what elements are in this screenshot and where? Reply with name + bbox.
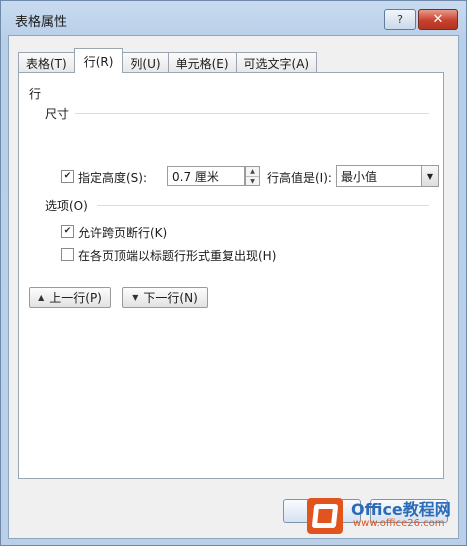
title-bar[interactable]: 表格属性 ? ✕ (1, 1, 466, 35)
size-group-divider (75, 113, 429, 114)
watermark-brand-cn: 教程网 (402, 500, 451, 519)
previous-row-button[interactable]: ▲ 上一行(P) (29, 287, 111, 308)
specify-height-checkbox[interactable]: ✔ (61, 170, 74, 183)
arrow-down-icon: ▼ (132, 293, 139, 302)
options-group-divider (97, 205, 429, 206)
allow-break-label: 允许跨页断行(K) (78, 226, 168, 240)
dialog-title: 表格属性 (15, 15, 68, 30)
row-tab-panel: 行 尺寸 ✔ 指定高度(S): 0.7 厘米 ▲ ▼ 行高值是(I): 最小值 … (18, 72, 444, 479)
options-group-label: 选项(O) (45, 199, 88, 213)
row-height-mode-select[interactable]: 最小值 ▼ (336, 165, 439, 187)
dialog-client-area: 表格(T) 行(R) 列(U) 单元格(E) 可选文字(A) 行 尺寸 ✔ 指定… (8, 35, 459, 539)
tab-table[interactable]: 表格(T) (18, 52, 75, 73)
watermark-logo: Office教程网 www.office26.com (307, 496, 452, 536)
row-height-input[interactable]: 0.7 厘米 (167, 166, 245, 186)
watermark-brand-latin: Office (351, 500, 403, 519)
spin-down-icon[interactable]: ▼ (246, 176, 259, 186)
tab-alt-text[interactable]: 可选文字(A) (235, 52, 318, 73)
next-row-label: 下一行(N) (143, 291, 198, 305)
row-height-mode-value: 最小值 (341, 169, 378, 184)
check-icon: ✔ (63, 226, 72, 236)
arrow-up-icon: ▲ (38, 293, 45, 302)
tab-strip: 表格(T) 行(R) 列(U) 单元格(E) 可选文字(A) (18, 48, 318, 73)
row-heading: 行 (29, 87, 42, 101)
tab-cell[interactable]: 单元格(E) (167, 52, 237, 73)
table-properties-dialog: 表格属性 ? ✕ 表格(T) 行(R) 列(U) 单元格(E) 可选文字(A) … (0, 0, 467, 546)
row-height-mode-label: 行高值是(I): (267, 171, 332, 185)
repeat-header-label: 在各页顶端以标题行形式重复出现(H) (78, 249, 277, 263)
watermark-url: www.office26.com (353, 518, 445, 529)
help-button[interactable]: ? (384, 9, 416, 30)
office-logo-icon (307, 498, 343, 534)
row-height-value: 0.7 厘米 (172, 169, 219, 184)
previous-row-label: 上一行(P) (49, 291, 102, 305)
tab-row[interactable]: 行(R) (73, 48, 124, 73)
check-icon: ✔ (63, 171, 72, 181)
watermark-brand: Office教程网 (351, 496, 451, 520)
height-spinner[interactable]: ▲ ▼ (245, 166, 260, 186)
tab-column[interactable]: 列(U) (122, 52, 169, 73)
allow-break-checkbox[interactable]: ✔ (61, 225, 74, 238)
spin-up-icon[interactable]: ▲ (246, 167, 259, 176)
chevron-down-icon[interactable]: ▼ (421, 166, 438, 186)
close-button[interactable]: ✕ (418, 9, 458, 30)
specify-height-label: 指定高度(S): (78, 171, 148, 185)
repeat-header-checkbox[interactable] (61, 248, 74, 261)
next-row-button[interactable]: ▼ 下一行(N) (122, 287, 208, 308)
size-group-label: 尺寸 (45, 107, 70, 121)
